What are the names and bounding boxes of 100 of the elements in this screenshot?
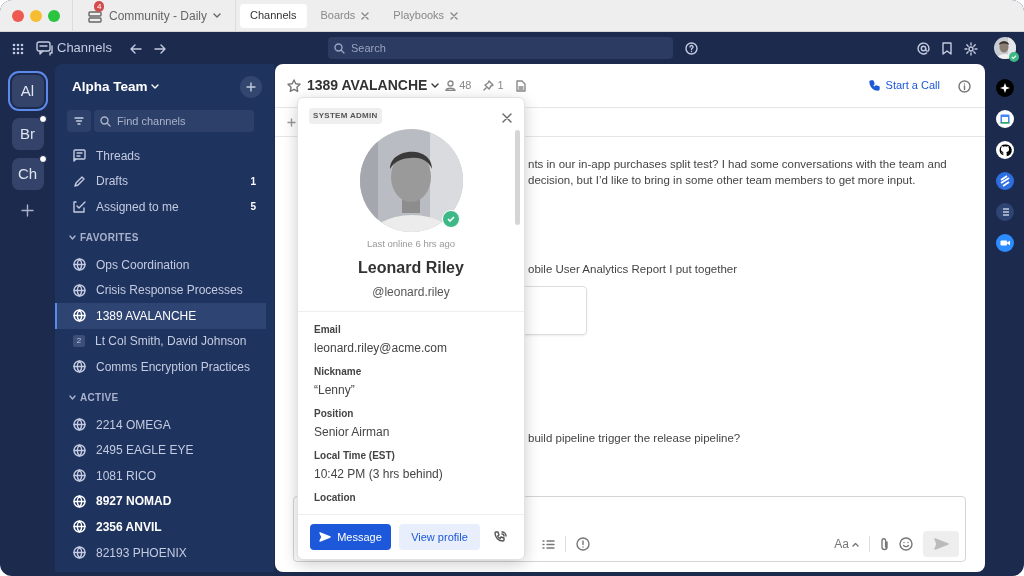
settings-icon[interactable] <box>963 41 978 56</box>
section-header[interactable]: FAVORITES <box>55 227 274 248</box>
channel-name[interactable]: 1389 AVALANCHE <box>307 75 440 96</box>
globe-icon <box>73 443 86 457</box>
field-label: Nickname <box>314 365 363 380</box>
team-button[interactable]: Br <box>11 118 44 150</box>
close-icon[interactable] <box>450 11 459 20</box>
caret-icon <box>151 84 160 91</box>
priority-icon[interactable] <box>576 537 590 551</box>
field-value: Senior Airman <box>314 424 391 442</box>
start-call-button[interactable]: Start a Call <box>868 77 940 94</box>
channel-item[interactable]: 1389 AVALANCHE <box>55 302 266 329</box>
globe-icon <box>73 258 86 272</box>
item-count: 1 <box>250 174 256 189</box>
close-icon[interactable] <box>502 112 512 123</box>
sidebar-item[interactable]: Threads <box>55 143 266 169</box>
item-count: 5 <box>250 200 256 215</box>
phone-icon <box>868 80 880 91</box>
search-field[interactable]: Search <box>327 37 673 59</box>
paperclip-icon[interactable] <box>880 537 889 551</box>
sidebar-item[interactable]: Assigned to me 5 <box>55 194 266 220</box>
formatting-button[interactable]: Aa <box>834 535 859 553</box>
caret-icon <box>431 83 440 90</box>
add-team-icon[interactable] <box>21 204 34 218</box>
channel-item[interactable]: Comms Encryption Practices <box>55 354 266 380</box>
help-icon[interactable] <box>684 42 698 56</box>
caret-icon <box>213 12 221 19</box>
sidebar-item[interactable]: Drafts 1 <box>55 168 266 195</box>
section-header[interactable]: ACTIVE <box>55 387 274 408</box>
list-icon[interactable] <box>995 203 1014 221</box>
forward-arrow-icon[interactable] <box>153 43 166 54</box>
search-icon <box>100 115 111 127</box>
pencil-icon <box>73 174 86 188</box>
field-value: 10:42 PM (3 hrs behind) <box>314 466 444 484</box>
call-icon[interactable] <box>494 531 507 545</box>
last-online-text: Last online 6 hrs ago <box>365 237 457 251</box>
globe-icon <box>73 494 86 508</box>
view-profile-button[interactable]: View profile <box>399 523 480 550</box>
chevron-down-icon <box>69 234 76 242</box>
search-icon <box>333 42 345 54</box>
app-grid-icon[interactable] <box>12 42 24 55</box>
message-text: obile User Analytics Report I put together <box>528 262 739 277</box>
channel-item[interactable]: Crisis Response Processes <box>55 277 266 303</box>
channel-item[interactable]: 2495 EAGLE EYE <box>55 437 266 463</box>
message-button[interactable]: Message <box>310 523 391 550</box>
send-icon <box>319 531 332 542</box>
globe-icon <box>73 360 86 374</box>
info-icon[interactable] <box>958 79 971 93</box>
team-button[interactable]: Ch <box>11 158 44 190</box>
field-value: leonard.riley@acme.com <box>314 340 448 358</box>
field-label: Local Time (EST) <box>314 449 396 464</box>
add-bookmark-icon[interactable] <box>287 117 296 127</box>
scrollbar-thumb[interactable] <box>515 130 520 225</box>
server-dropdown[interactable]: 4 Community - Daily <box>72 0 236 32</box>
member-count: 2 <box>73 335 85 348</box>
star-icon[interactable] <box>287 79 301 94</box>
filter-button[interactable] <box>67 110 91 132</box>
server-name: Community - Daily <box>109 7 207 25</box>
file-icon[interactable] <box>515 80 526 93</box>
globe-icon <box>73 546 86 559</box>
calendar-icon[interactable] <box>995 110 1014 128</box>
mention-icon[interactable] <box>916 42 930 56</box>
close-window-button[interactable] <box>12 9 24 22</box>
members-button[interactable]: 48 <box>445 77 472 94</box>
team-menu[interactable]: Alpha Team <box>72 76 160 98</box>
add-button[interactable] <box>240 76 262 98</box>
role-tag: SYSTEM ADMIN <box>309 108 382 124</box>
plus-icon <box>246 82 256 92</box>
app-icon[interactable] <box>995 141 1014 159</box>
globe-icon <box>73 469 86 483</box>
find-channels-field[interactable]: Find channels <box>94 110 254 132</box>
pin-icon <box>483 80 495 91</box>
threads-icon <box>73 149 86 163</box>
stripes-icon[interactable] <box>995 172 1014 190</box>
globe-icon <box>73 283 86 297</box>
channel-item[interactable]: 1081 RICO <box>55 462 266 489</box>
member-icon <box>445 80 457 91</box>
channel-item[interactable]: 2356 ANVIL <box>55 514 266 540</box>
user-name: Leonard Riley <box>357 258 465 279</box>
bookmark-icon[interactable] <box>941 42 952 56</box>
channel-item[interactable]: 82193 PHOENIX <box>55 539 266 566</box>
channel-item[interactable]: Ops Coordination <box>55 251 266 278</box>
channel-item[interactable]: 2214 OMEGA <box>55 411 266 438</box>
message-text: nts in our in-app purchases split test? I had some conversations with the team and decision, but I’d like to bring in some other team members to get more input. <box>528 157 948 188</box>
pinned-button[interactable]: 1 <box>483 77 504 94</box>
channel-item[interactable]: 8927 NOMAD <box>55 488 266 515</box>
globe-icon <box>73 309 86 323</box>
product-title: Channels <box>57 39 112 58</box>
tab[interactable]: Channels <box>240 3 307 28</box>
video-camera-icon[interactable] <box>995 234 1014 252</box>
back-arrow-icon[interactable] <box>129 43 142 54</box>
globe-icon <box>73 418 86 432</box>
notification-badge: 4 <box>94 0 105 12</box>
checklist-icon <box>73 200 86 214</box>
field-value: “Lenny” <box>314 382 356 400</box>
channel-item[interactable]: 2 Lt Col Smith, David Johnson <box>55 328 266 355</box>
close-icon[interactable] <box>361 11 370 20</box>
numbered-list-icon[interactable] <box>542 538 555 550</box>
emoji-icon[interactable] <box>899 537 913 551</box>
sparkle-icon[interactable] <box>995 79 1014 97</box>
